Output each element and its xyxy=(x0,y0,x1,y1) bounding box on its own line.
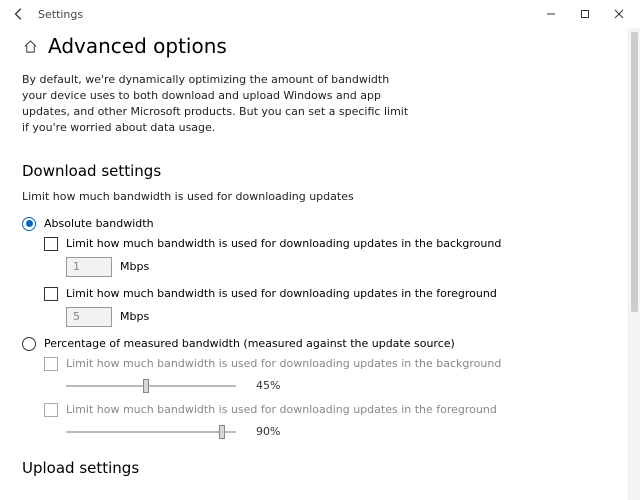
radio-label: Percentage of measured bandwidth (measur… xyxy=(44,337,455,350)
page-title: Advanced options xyxy=(48,34,227,58)
checkbox-download-background[interactable]: Limit how much bandwidth is used for dow… xyxy=(44,237,618,251)
checkbox-percent-background: Limit how much bandwidth is used for dow… xyxy=(44,357,618,371)
percent-background-value: 45% xyxy=(256,379,286,392)
checkbox-label: Limit how much bandwidth is used for dow… xyxy=(66,357,501,370)
download-heading: Download settings xyxy=(22,162,618,180)
back-button[interactable] xyxy=(10,5,28,23)
checkbox-icon xyxy=(44,287,58,301)
checkbox-icon xyxy=(44,403,58,417)
vertical-scrollbar[interactable] xyxy=(628,28,640,500)
unit-label: Mbps xyxy=(120,310,149,323)
titlebar: Settings xyxy=(0,0,640,28)
percent-background-slider xyxy=(66,377,236,395)
checkbox-label: Limit how much bandwidth is used for dow… xyxy=(66,403,497,416)
radio-absolute-bandwidth[interactable]: Absolute bandwidth xyxy=(22,217,618,231)
radio-percentage-bandwidth[interactable]: Percentage of measured bandwidth (measur… xyxy=(22,337,618,351)
download-sub: Limit how much bandwidth is used for dow… xyxy=(22,190,618,203)
checkbox-download-foreground[interactable]: Limit how much bandwidth is used for dow… xyxy=(44,287,618,301)
radio-label: Absolute bandwidth xyxy=(44,217,154,230)
minimize-button[interactable] xyxy=(534,2,568,26)
checkbox-label: Limit how much bandwidth is used for dow… xyxy=(66,287,497,300)
home-icon[interactable] xyxy=(22,38,38,54)
percent-foreground-value: 90% xyxy=(256,425,286,438)
maximize-button[interactable] xyxy=(568,2,602,26)
foreground-mbps-input[interactable]: 5 xyxy=(66,307,112,327)
checkbox-label: Limit how much bandwidth is used for dow… xyxy=(66,237,501,250)
upload-heading: Upload settings xyxy=(22,459,618,477)
close-button[interactable] xyxy=(602,2,636,26)
page-description: By default, we're dynamically optimizing… xyxy=(22,72,412,136)
checkbox-percent-foreground: Limit how much bandwidth is used for dow… xyxy=(44,403,618,417)
scrollbar-thumb[interactable] xyxy=(631,32,638,312)
app-title: Settings xyxy=(38,8,534,21)
percent-foreground-slider xyxy=(66,423,236,441)
radio-icon xyxy=(22,337,36,351)
checkbox-icon xyxy=(44,357,58,371)
unit-label: Mbps xyxy=(120,260,149,273)
radio-icon xyxy=(22,217,36,231)
content-area: Advanced options By default, we're dynam… xyxy=(0,28,640,500)
background-mbps-input[interactable]: 1 xyxy=(66,257,112,277)
checkbox-icon xyxy=(44,237,58,251)
